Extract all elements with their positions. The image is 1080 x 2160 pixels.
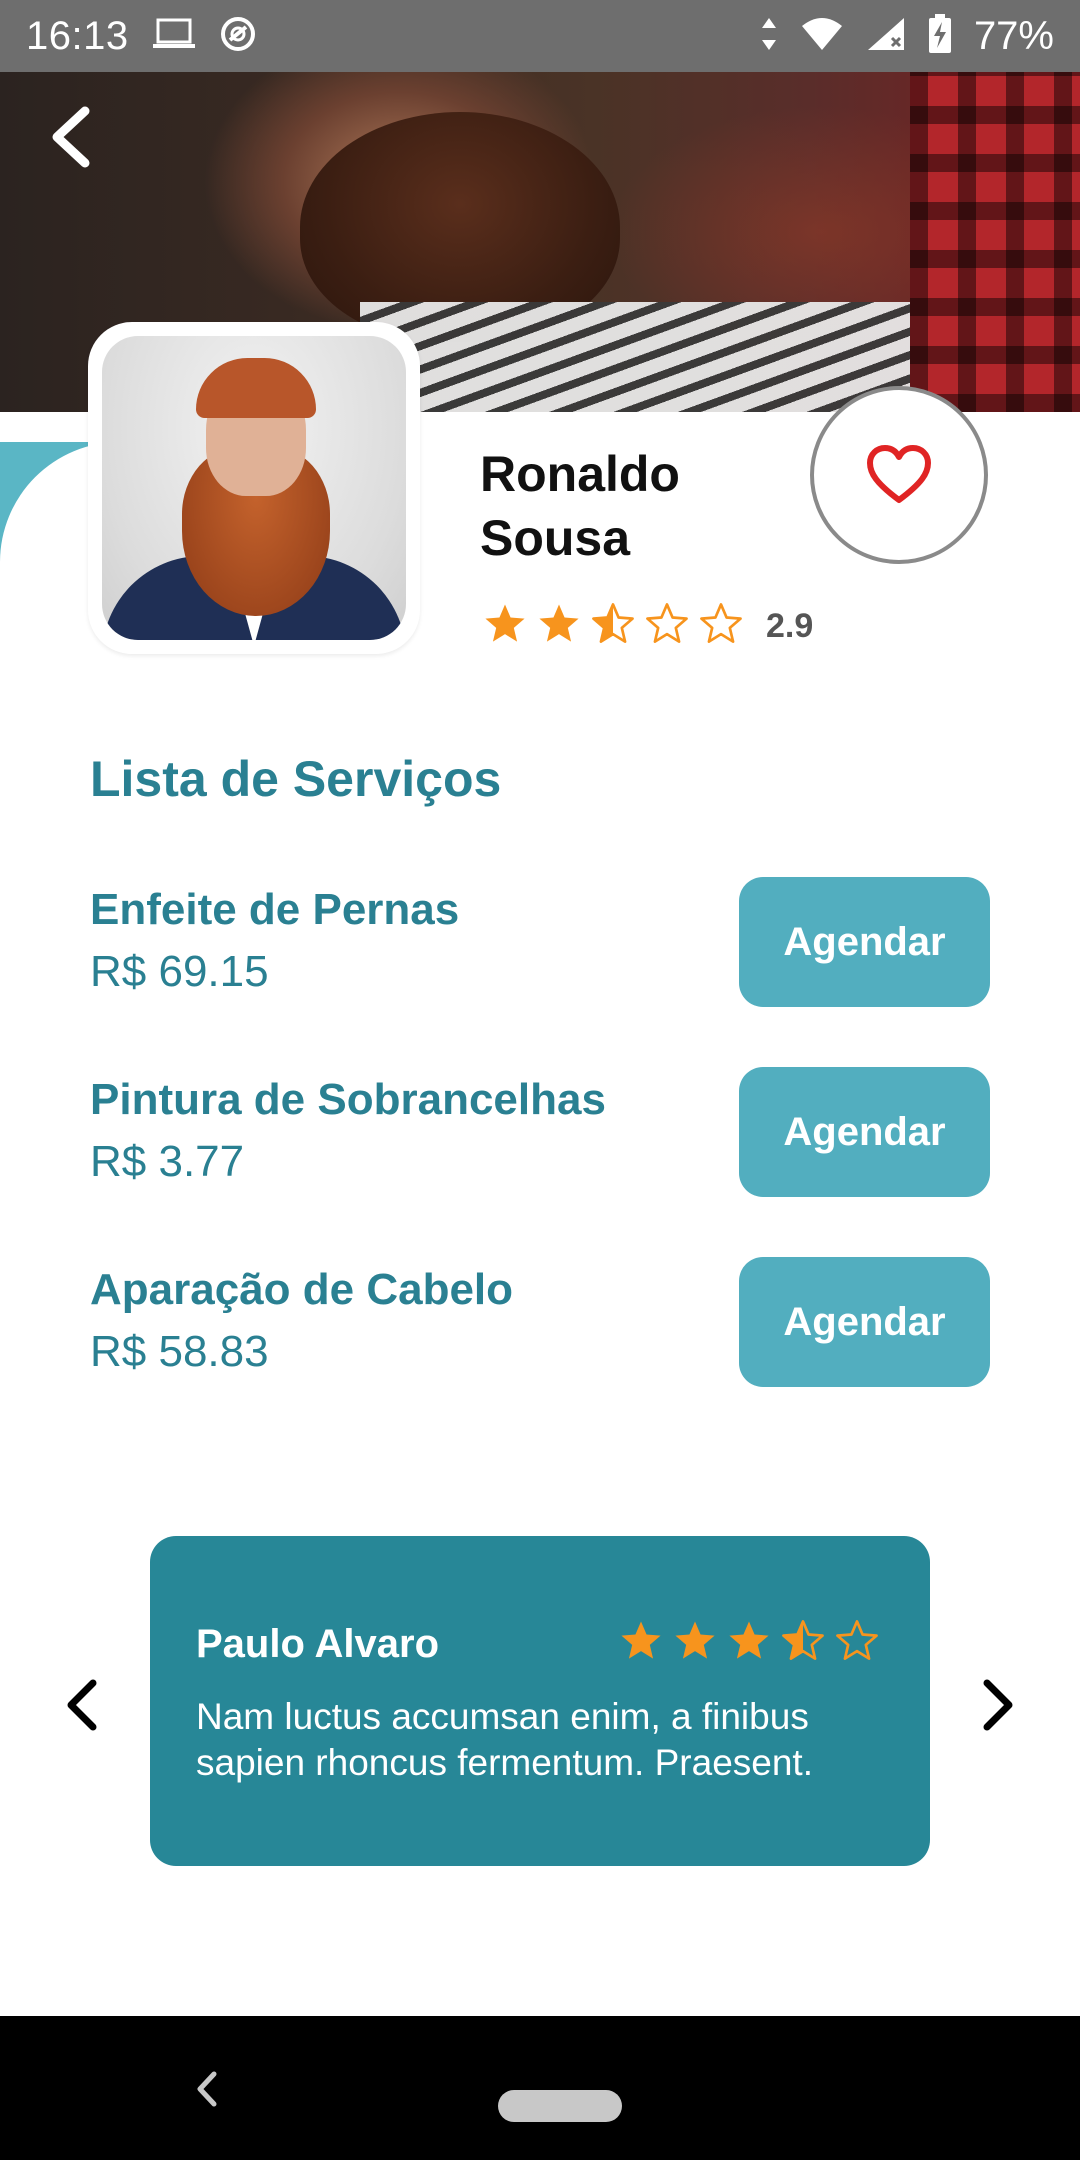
star-empty-icon [834, 1618, 880, 1669]
status-bar: 16:13 77% [0, 0, 1080, 72]
service-item: Enfeite de Pernas R$ 69.15 Agendar [90, 877, 990, 1015]
review-card: Paulo Alvaro Nam luctus accumsan enim, a… [150, 1536, 930, 1866]
profile-name: Ronaldo Sousa [480, 446, 680, 566]
star-full-icon [672, 1618, 718, 1669]
avatar-card [88, 322, 420, 654]
wifi-icon [800, 16, 844, 57]
sync-icon [219, 15, 257, 58]
agendar-button[interactable]: Agendar [739, 877, 990, 1007]
nav-home-pill[interactable] [498, 2090, 622, 2122]
status-time: 16:13 [26, 13, 129, 58]
service-price: R$ 3.77 [90, 1137, 245, 1186]
back-button[interactable] [38, 100, 102, 174]
battery-charging-icon [928, 13, 952, 59]
star-half-icon [780, 1618, 826, 1669]
agendar-button[interactable]: Agendar [739, 1067, 990, 1197]
chevron-left-icon [67, 1679, 97, 1731]
battery-percentage: 77% [973, 13, 1054, 58]
laptop-icon [151, 16, 197, 57]
service-item: Pintura de Sobrancelhas R$ 3.77 Agendar [90, 1067, 990, 1205]
system-nav-bar [0, 2016, 1080, 2160]
star-full-icon [536, 601, 582, 652]
barber-profile-screen: 16:13 77% Ronaldo Sousa 2.9 Lista de Ser… [0, 0, 1080, 2160]
star-empty-icon [644, 601, 690, 652]
star-half-icon [590, 601, 636, 652]
review-text: Nam luctus accumsan enim, a finibus sapi… [196, 1696, 813, 1783]
star-full-icon [726, 1618, 772, 1669]
avatar-hair [196, 358, 316, 418]
rating-value: 2.9 [766, 606, 814, 645]
chevron-right-icon [983, 1679, 1013, 1731]
chevron-left-icon [197, 2071, 217, 2107]
avatar [102, 336, 406, 640]
service-name: Enfeite de Pernas [90, 885, 460, 934]
nav-back-button[interactable] [186, 2064, 230, 2114]
star-full-icon [618, 1618, 664, 1669]
star-empty-icon [698, 601, 744, 652]
star-full-icon [482, 601, 528, 652]
service-price: R$ 69.15 [90, 947, 269, 996]
favorite-button[interactable] [810, 386, 988, 564]
chevron-left-icon [52, 106, 90, 168]
review-rating [618, 1618, 880, 1669]
data-arrows-icon [760, 16, 778, 57]
carousel-prev-button[interactable] [46, 1670, 116, 1740]
carousel-next-button[interactable] [964, 1670, 1034, 1740]
profile-rating: 2.9 [482, 600, 813, 652]
service-name: Aparação de Cabelo [90, 1265, 514, 1314]
service-price: R$ 58.83 [90, 1327, 269, 1376]
services-title: Lista de Serviços [90, 751, 502, 807]
reviewer-name: Paulo Alvaro [196, 1622, 440, 1666]
hero-plaid-shape [910, 72, 1080, 412]
agendar-button[interactable]: Agendar [739, 1257, 990, 1387]
service-item: Aparação de Cabelo R$ 58.83 Agendar [90, 1257, 990, 1395]
signal-icon [866, 16, 906, 57]
heart-outline-icon [867, 445, 931, 503]
service-name: Pintura de Sobrancelhas [90, 1075, 606, 1124]
